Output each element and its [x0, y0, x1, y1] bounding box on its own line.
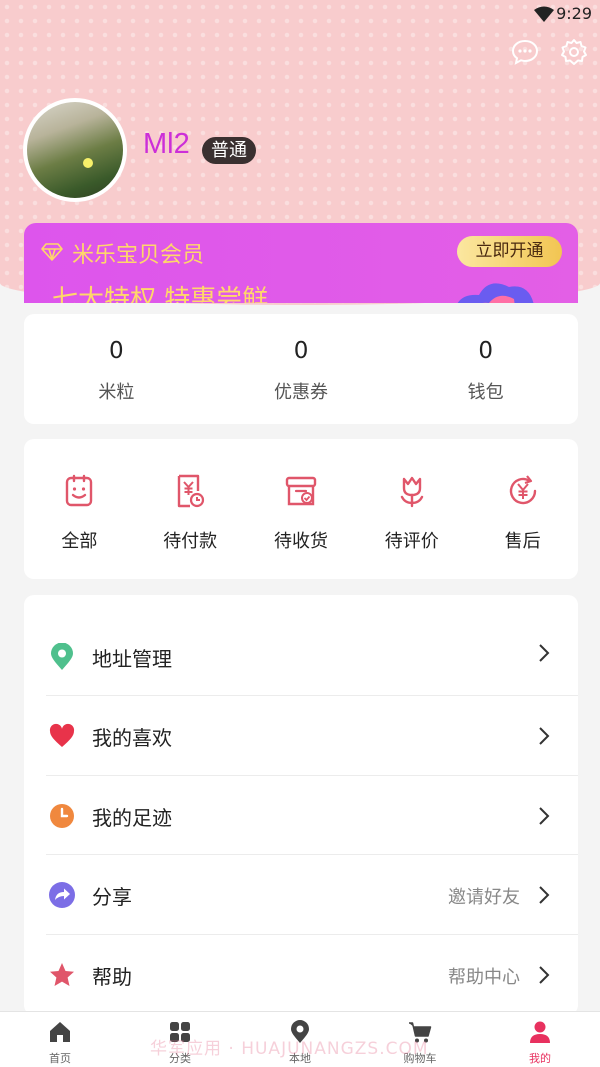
order-after-sales[interactable]: 售后 — [467, 439, 578, 579]
menu-label: 我的足迹 — [92, 805, 172, 830]
user-avatar[interactable] — [23, 98, 127, 202]
order-pending-receipt[interactable]: 待收货 — [246, 439, 357, 579]
menu-item-address[interactable]: 地址管理 — [24, 595, 578, 696]
stat-value: 0 — [478, 338, 493, 364]
chevron-right-icon — [539, 886, 550, 904]
order-label: 待付款 — [163, 531, 218, 552]
orders-card: 全部 待付款 待收货 待评价 售后 — [24, 439, 578, 579]
vip-slogan: 七大特权 特惠尝鲜 — [52, 285, 269, 303]
tab-category[interactable]: 分类 — [120, 1012, 240, 1067]
order-all[interactable]: 全部 — [24, 439, 135, 579]
menu-label: 帮助 — [92, 964, 132, 989]
status-bar: 9:29 — [0, 0, 600, 30]
tab-label: 首页 — [49, 1052, 71, 1065]
tab-local[interactable]: 本地 — [240, 1012, 360, 1067]
wifi-icon — [534, 6, 554, 22]
diamond-icon — [41, 243, 63, 261]
stat-value: 0 — [109, 338, 124, 364]
stat-points[interactable]: 0 米粒 — [24, 314, 209, 424]
clock-icon — [50, 803, 74, 828]
tab-label: 本地 — [289, 1052, 311, 1065]
menu-label: 我的喜欢 — [92, 726, 172, 750]
yuan-bill-icon — [177, 474, 205, 508]
flower-icon — [400, 476, 423, 508]
status-time: 9:29 — [556, 4, 592, 23]
tab-label: 分类 — [169, 1052, 191, 1065]
order-label: 全部 — [61, 531, 98, 552]
tab-home[interactable]: 首页 — [0, 1012, 120, 1067]
location-icon — [291, 1020, 309, 1043]
stat-wallet[interactable]: 0 钱包 — [393, 314, 578, 424]
menu-item-help[interactable]: 帮助 帮助中心 — [24, 935, 578, 1015]
chevron-right-icon — [539, 965, 550, 984]
menu-item-history[interactable]: 我的足迹 — [24, 776, 578, 855]
menu-hint: 邀请好友 — [448, 887, 520, 908]
cart-icon — [409, 1022, 432, 1043]
vip-membership-card[interactable]: 米乐宝贝会员 立即开通 七大特权 特惠尝鲜 — [24, 223, 578, 303]
stat-value: 0 — [293, 338, 309, 364]
chevron-right-icon — [539, 727, 550, 745]
cloud-decoration-icon — [457, 283, 534, 303]
grid-icon — [170, 1022, 190, 1042]
menu-hint: 帮助中心 — [448, 966, 520, 988]
home-icon — [50, 1022, 70, 1042]
location-pin-icon — [51, 643, 73, 670]
menu-label: 地址管理 — [92, 647, 172, 671]
account-stats-card: 0 米粒 0 优惠券 0 钱包 — [24, 314, 578, 424]
heart-icon — [49, 723, 75, 747]
vip-title: 米乐宝贝会员 — [72, 243, 205, 268]
box-check-icon — [285, 476, 317, 506]
star-icon — [50, 962, 74, 986]
stat-coupons[interactable]: 0 优惠券 — [209, 314, 394, 424]
message-icon[interactable] — [511, 38, 539, 66]
stat-label: 钱包 — [467, 382, 504, 403]
tab-cart[interactable]: 购物车 — [360, 1012, 480, 1067]
settings-menu-card: 地址管理 我的喜欢 我的足迹 分享 邀请好友 帮助 帮助中心 — [24, 595, 578, 1015]
clipboard-icon — [66, 474, 93, 507]
share-icon — [49, 882, 75, 908]
bottom-tab-bar: 首页 分类 本地 购物车 我的 — [0, 1011, 600, 1067]
menu-label: 分享 — [92, 885, 132, 909]
order-label: 待收货 — [273, 531, 328, 552]
stat-label: 米粒 — [98, 382, 135, 403]
yuan-refresh-icon — [509, 475, 536, 505]
menu-item-share[interactable]: 分享 邀请好友 — [24, 855, 578, 935]
chevron-right-icon — [539, 806, 550, 825]
vip-open-button[interactable]: 立即开通 — [457, 236, 562, 267]
tab-label: 购物车 — [403, 1052, 437, 1065]
user-icon — [530, 1021, 550, 1043]
settings-gear-icon[interactable] — [560, 38, 588, 66]
order-pending-review[interactable]: 待评价 — [356, 439, 467, 579]
order-label: 待评价 — [384, 531, 439, 552]
order-pending-payment[interactable]: 待付款 — [135, 439, 246, 579]
chevron-right-icon — [539, 644, 550, 662]
avatar-photo-detail — [83, 158, 93, 168]
tab-mine[interactable]: 我的 — [480, 1012, 600, 1067]
stat-label: 优惠券 — [274, 382, 328, 403]
username: Ml2 — [143, 128, 190, 160]
order-label: 售后 — [504, 531, 541, 552]
member-level-badge: 普通 — [202, 137, 256, 164]
tab-label: 我的 — [529, 1052, 551, 1065]
menu-item-favorites[interactable]: 我的喜欢 — [24, 696, 578, 776]
